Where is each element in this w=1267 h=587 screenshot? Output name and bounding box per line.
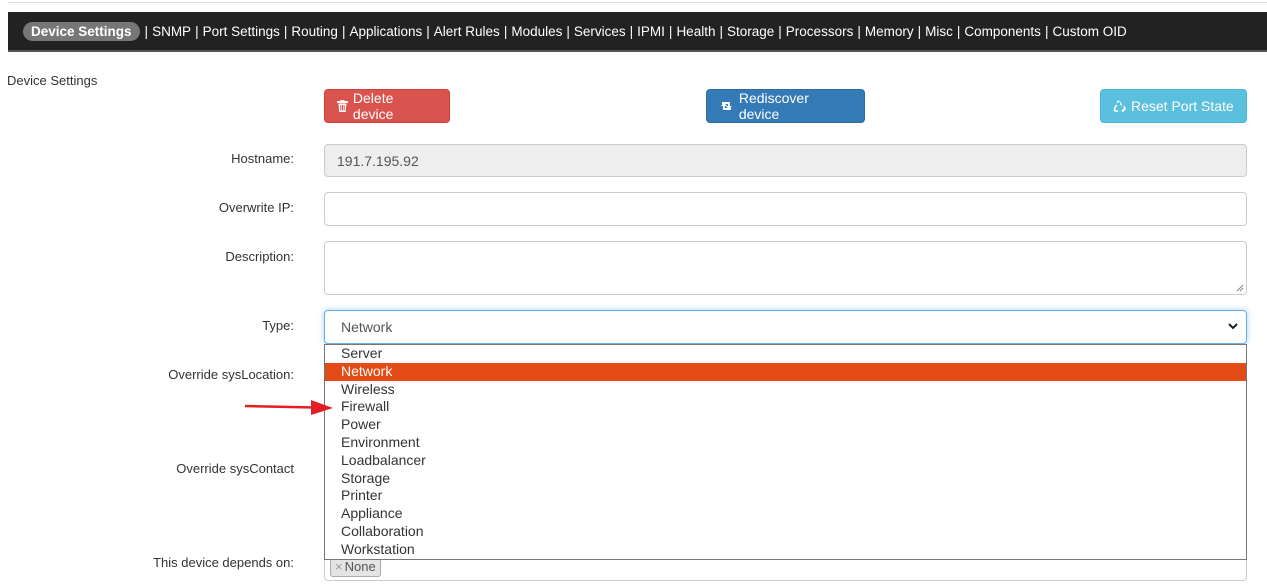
tag-remove-icon[interactable]: × (335, 559, 343, 574)
type-option-server[interactable]: Server (325, 345, 1246, 363)
device-edit-navbar: Device Settings | SNMP | Port Settings | Rout… (8, 12, 1267, 52)
nav-device-settings[interactable]: Device Settings (23, 21, 140, 41)
nav-components[interactable]: Components (964, 24, 1041, 39)
nav-separator: | (917, 23, 922, 39)
nav-alert-rules[interactable]: Alert Rules (434, 24, 500, 39)
nav-separator: | (1044, 23, 1049, 39)
type-option-storage[interactable]: Storage (325, 470, 1246, 488)
nav-health[interactable]: Health (676, 24, 715, 39)
nav-storage[interactable]: Storage (727, 24, 774, 39)
nav-separator: | (341, 23, 346, 39)
nav-separator: | (144, 23, 149, 39)
nav-processors[interactable]: Processors (786, 24, 854, 39)
nav-separator: | (283, 23, 288, 39)
type-select[interactable]: Network (324, 310, 1247, 344)
rediscover-device-label: Rediscover device (738, 90, 809, 122)
type-option-appliance[interactable]: Appliance (325, 505, 1246, 523)
type-option-power[interactable]: Power (325, 416, 1246, 434)
nav-snmp[interactable]: SNMP (152, 24, 191, 39)
delete-device-label: Delete device (352, 90, 394, 122)
trash-icon (337, 100, 348, 112)
override-syslocation-label: Override sysLocation: (168, 367, 294, 382)
nav-services[interactable]: Services (574, 24, 626, 39)
section-title: Device Settings (7, 73, 98, 88)
nav-separator: | (956, 23, 961, 39)
nav-custom-oid[interactable]: Custom OID (1052, 24, 1126, 39)
resize-grip-icon[interactable] (1236, 284, 1244, 292)
type-select-value: Network (341, 319, 393, 335)
override-syscontact-label: Override sysContact (176, 461, 294, 476)
overwrite-ip-label: Overwrite IP: (218, 200, 294, 215)
rediscover-device-button[interactable]: Rediscover device (706, 89, 865, 123)
retweet-icon (720, 102, 732, 110)
nav-items: | SNMP | Port Settings | Routing | Applications… (141, 24, 1127, 39)
nav-modules[interactable]: Modules (511, 24, 562, 39)
nav-ipmi[interactable]: IPMI (637, 24, 665, 39)
chevron-down-icon (1228, 323, 1238, 330)
type-label: Type: (262, 318, 294, 333)
nav-routing[interactable]: Routing (291, 24, 338, 39)
reset-port-state-button[interactable]: Reset Port State (1100, 89, 1247, 123)
depends-on-tag-label: None (344, 559, 376, 574)
description-label: Description: (225, 249, 294, 264)
type-option-collaboration[interactable]: Collaboration (325, 523, 1246, 541)
reset-port-state-label: Reset Port State (1131, 98, 1234, 114)
description-textarea[interactable] (324, 241, 1247, 295)
nav-separator: | (503, 23, 508, 39)
depends-on-label: This device depends on: (153, 555, 294, 570)
type-option-workstation[interactable]: Workstation (325, 541, 1246, 559)
type-dropdown-list: Server Network Wireless Firewall Power Enviro… (324, 344, 1247, 560)
nav-separator: | (426, 23, 430, 39)
type-option-loadbalancer[interactable]: Loadbalancer (325, 452, 1246, 470)
hostname-field: 191.7.195.92 (324, 144, 1247, 177)
nav-separator: | (195, 23, 199, 39)
nav-separator: | (857, 23, 861, 39)
nav-separator: | (629, 23, 634, 39)
type-option-wireless[interactable]: Wireless (325, 381, 1246, 399)
nav-separator: | (566, 23, 570, 39)
nav-separator: | (778, 23, 782, 39)
nav-memory[interactable]: Memory (865, 24, 914, 39)
type-option-environment[interactable]: Environment (325, 434, 1246, 452)
annotation-arrow (245, 400, 333, 415)
type-option-printer[interactable]: Printer (325, 487, 1246, 505)
overwrite-ip-input[interactable] (324, 192, 1247, 226)
type-option-network[interactable]: Network (325, 362, 1246, 381)
hostname-value: 191.7.195.92 (337, 152, 419, 169)
delete-device-button[interactable]: Delete device (324, 89, 450, 123)
top-divider (8, 2, 1267, 3)
nav-misc[interactable]: Misc (925, 24, 953, 39)
nav-port-settings[interactable]: Port Settings (203, 24, 280, 39)
hostname-label: Hostname: (231, 151, 294, 166)
nav-applications[interactable]: Applications (349, 24, 422, 39)
type-option-firewall[interactable]: Firewall (325, 398, 1246, 416)
recycle-icon (1113, 99, 1126, 112)
nav-separator: | (719, 23, 723, 39)
nav-separator: | (668, 23, 673, 39)
